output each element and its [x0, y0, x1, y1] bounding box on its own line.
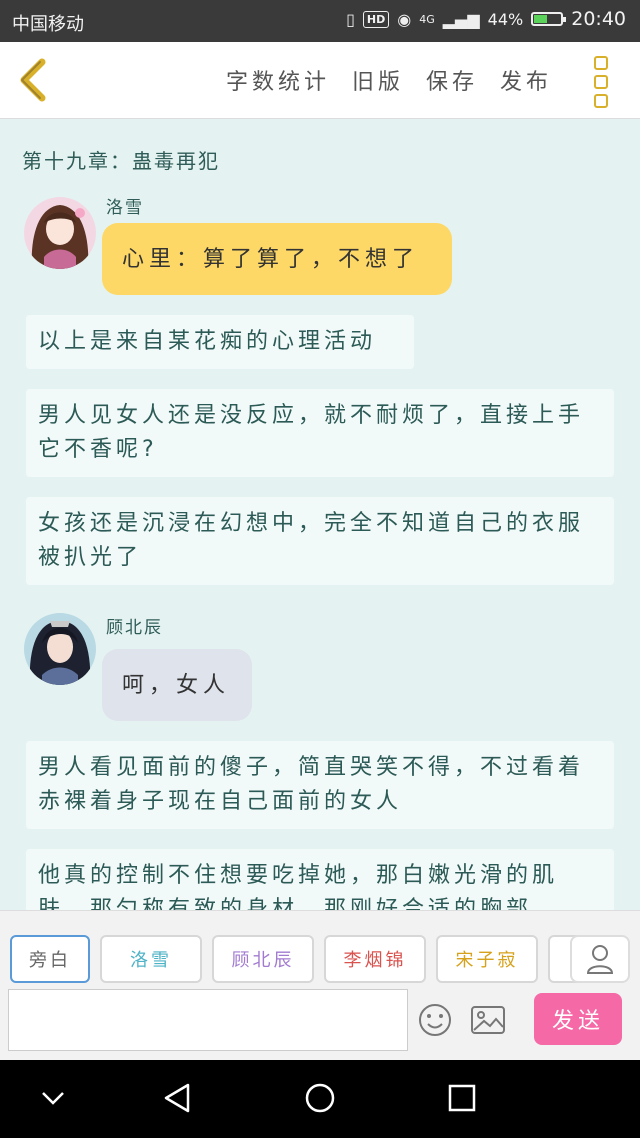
character-selector: 旁白 洛雪 顾北辰 李烟锦 宋子寂 顾	[10, 935, 580, 985]
story-content[interactable]: 第十九章：蛊毒再犯 洛雪 心里：算了算了，不想了 以上是来自某花痴的心理活动 男…	[0, 119, 640, 910]
top-bar: 字数统计 旧版 保存 发布	[0, 42, 640, 119]
character-chip[interactable]: 洛雪	[100, 935, 202, 983]
more-menu-icon[interactable]	[594, 56, 614, 108]
image-button[interactable]	[470, 1005, 506, 1035]
character-chip[interactable]: 旁白	[10, 935, 90, 983]
dialogue-bubble[interactable]: 心里：算了算了，不想了	[102, 223, 452, 295]
avatar-luoxue[interactable]	[24, 197, 96, 269]
emoji-button[interactable]	[418, 1003, 452, 1037]
narration-block[interactable]: 他真的控制不住想要吃掉她，那白嫩光滑的肌肤，那匀称有致的身材，那刚好合适的胸部	[26, 849, 614, 910]
publish-button[interactable]: 发布	[500, 64, 552, 96]
add-character-button[interactable]	[570, 935, 630, 983]
back-button[interactable]	[14, 56, 54, 104]
image-icon	[471, 1006, 505, 1034]
battery-percent: 44%	[487, 9, 524, 29]
network-type: 4G	[419, 12, 435, 26]
back-triangle-icon[interactable]	[162, 1082, 192, 1114]
signal-icon: ▂▄▆	[442, 9, 480, 29]
system-nav-bar	[0, 1060, 640, 1138]
chevron-down-icon[interactable]	[40, 1088, 66, 1108]
word-count-button[interactable]: 字数统计	[226, 64, 330, 96]
status-icons: ▯ HD ◉ 4G ▂▄▆ 44% 20:40	[346, 8, 626, 30]
hd-icon: HD	[362, 10, 390, 28]
home-circle-icon[interactable]	[304, 1082, 336, 1114]
chapter-title: 第十九章：蛊毒再犯	[22, 149, 220, 173]
character-chip[interactable]: 李烟锦	[324, 935, 426, 983]
narration-block[interactable]: 以上是来自某花痴的心理活动	[26, 315, 414, 369]
chevron-left-icon	[20, 58, 46, 102]
dialogue-bubble[interactable]: 呵，女人	[102, 649, 252, 721]
narration-block[interactable]: 男人看见面前的傻子，简直哭笑不得，不过看着赤裸着身子现在自己面前的女人	[26, 741, 614, 829]
message-input[interactable]	[8, 989, 408, 1051]
speaker-name: 顾北辰	[106, 618, 163, 638]
composer-panel: 旁白 洛雪 顾北辰 李烟锦 宋子寂 顾 发送	[0, 910, 640, 1061]
battery-icon	[531, 12, 567, 26]
avatar-gubeichen[interactable]	[24, 613, 96, 685]
speaker-name: 洛雪	[106, 198, 144, 218]
carrier-name: 中国移动	[12, 14, 84, 35]
character-chip[interactable]: 宋子寂	[436, 935, 538, 983]
narration-block[interactable]: 女孩还是沉浸在幻想中，完全不知道自己的衣服被扒光了	[26, 497, 614, 585]
vibrate-icon: ▯	[346, 9, 355, 29]
clock: 20:40	[571, 8, 626, 30]
recents-square-icon[interactable]	[448, 1084, 476, 1112]
save-button[interactable]: 保存	[426, 64, 478, 96]
narration-block[interactable]: 男人见女人还是没反应，就不耐烦了，直接上手它不香呢?	[26, 389, 614, 477]
character-chip[interactable]: 顾北辰	[212, 935, 314, 983]
user-icon	[586, 945, 614, 974]
eye-icon: ◉	[397, 9, 412, 29]
status-bar: 中国移动 ▯ HD ◉ 4G ▂▄▆ 44% 20:40	[0, 0, 640, 42]
old-version-button[interactable]: 旧版	[352, 64, 404, 96]
header-actions: 字数统计 旧版 保存 发布	[226, 64, 552, 96]
smiley-icon	[419, 1004, 451, 1036]
send-button[interactable]: 发送	[534, 993, 622, 1045]
